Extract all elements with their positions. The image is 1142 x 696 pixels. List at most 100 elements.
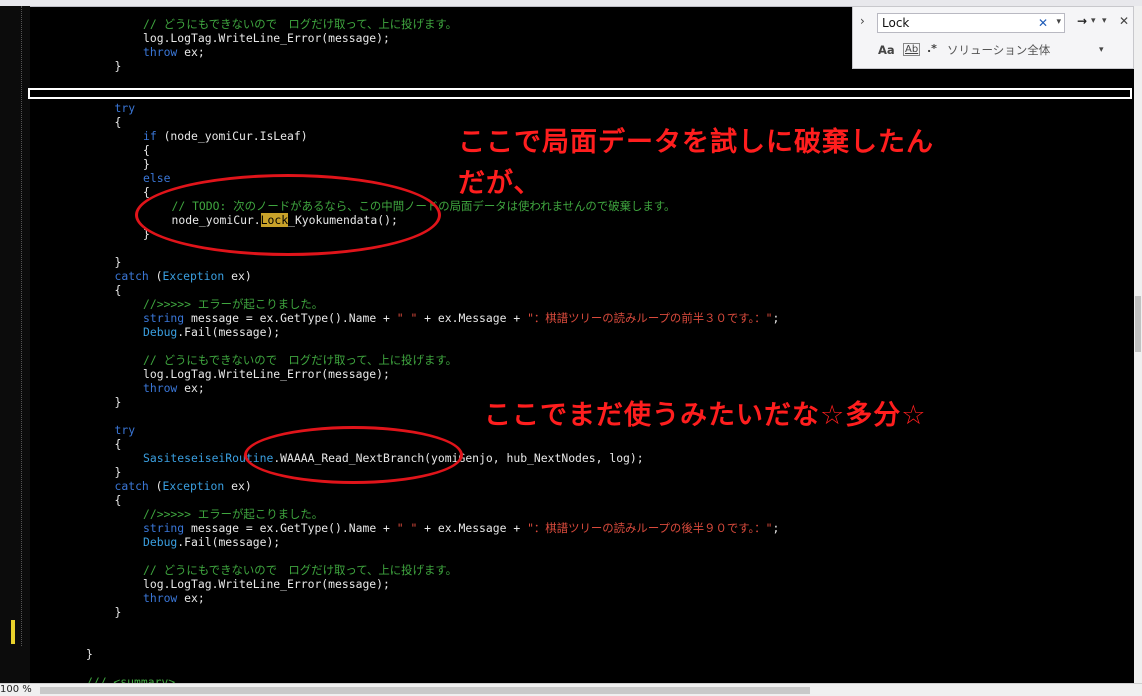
code-line: else [143, 171, 170, 185]
clear-search-icon[interactable]: ✕ [1038, 16, 1048, 30]
find-panel: › Lock ✕ ▾ → ▾ ▾ ✕ Aa Ab .* ソリューション全体 ▾ [852, 6, 1134, 69]
zoom-level[interactable]: 100 % [0, 684, 32, 695]
code-token: Debug [143, 535, 178, 549]
code-token: + ex.Message + [417, 311, 528, 325]
code-token: ( [148, 269, 163, 283]
code-token: ex; [177, 381, 205, 395]
code-line: } [115, 465, 122, 479]
code-token: .Fail(message); [177, 535, 281, 549]
code-token: Exception [162, 479, 225, 493]
code-token: } [114, 395, 122, 409]
code-line: throw ex; [143, 45, 205, 59]
code-token: (node_yomiCur.IsLeaf) [156, 129, 308, 143]
code-token: "：棋譜ツリーの読みループの後半９０です。：" [527, 521, 773, 535]
code-token: } [114, 255, 122, 269]
code-token: //>>>>> エラーが起こりました。 [143, 507, 324, 521]
code-token: { [143, 143, 150, 157]
code-token: } [114, 605, 122, 619]
code-line: { [115, 283, 122, 297]
code-token: message = ex.GetType().Name + [184, 311, 397, 325]
code-token: } [143, 157, 150, 171]
code-token: throw [143, 381, 178, 395]
code-token: try [114, 101, 136, 115]
regex-icon[interactable]: .* [927, 42, 937, 55]
annotation-note1-line1: ここで局面データを試しに破棄したん [458, 127, 934, 158]
code-token: string [143, 521, 185, 535]
annotation-note1-line2: だが、 [458, 168, 542, 199]
match-case-icon[interactable]: Aa [878, 43, 895, 57]
close-find-icon[interactable]: ✕ [1119, 14, 1129, 28]
code-line: catch (Exception ex) [115, 479, 252, 493]
whole-word-icon[interactable]: Ab [903, 43, 921, 56]
code-token: string [143, 311, 185, 325]
editor-margin [0, 6, 30, 683]
code-token: { [114, 283, 122, 297]
code-line: } [115, 255, 122, 269]
code-token: // どうにもできないので ログだけ取って、上に投げます。 [143, 563, 457, 577]
scope-dropdown-icon[interactable]: ▾ [1099, 45, 1104, 55]
code-line: Debug.Fail(message); [143, 535, 280, 549]
code-token: catch [114, 479, 149, 493]
code-line: { [143, 143, 150, 157]
code-token: throw [143, 45, 178, 59]
search-history-dropdown-icon[interactable]: ▾ [1056, 17, 1061, 27]
code-line: catch (Exception ex) [115, 269, 252, 283]
code-token: ex) [224, 479, 252, 493]
vertical-scroll-thumb[interactable] [1135, 296, 1141, 352]
find-options-dropdown-icon[interactable]: ▾ [1102, 16, 1107, 26]
code-line: { [115, 115, 122, 129]
code-token: { [114, 437, 122, 451]
code-token: log.LogTag.WriteLine_Error(message); [143, 367, 390, 381]
code-token: ; [772, 521, 780, 535]
code-token: //>>>>> エラーが起こりました。 [143, 297, 324, 311]
code-line: /// <summary> [86, 675, 175, 683]
vertical-scrollbar[interactable] [1134, 6, 1142, 683]
code-token: } [86, 647, 93, 661]
code-line: // どうにもできないので ログだけ取って、上に投げます。 [143, 563, 457, 577]
code-token: ; [772, 311, 780, 325]
code-line: //>>>>> エラーが起こりました。 [143, 297, 323, 311]
code-line: } [115, 605, 122, 619]
code-line: string message = ex.GetType().Name + " "… [143, 521, 779, 535]
code-token: " " [396, 521, 418, 535]
find-next-dropdown-icon[interactable]: ▾ [1091, 16, 1096, 26]
annotation-circle-nextbranch [244, 426, 463, 484]
code-token: + ex.Message + [417, 521, 528, 535]
code-token: ex; [177, 45, 205, 59]
code-token: try [114, 423, 136, 437]
code-token: Debug [143, 325, 178, 339]
code-token: log.LogTag.WriteLine_Error(message); [143, 31, 390, 45]
code-token: catch [114, 269, 149, 283]
code-token: if [143, 129, 157, 143]
code-token: /// <summary> [86, 675, 176, 683]
code-line: { [115, 437, 122, 451]
horizontal-scroll-thumb[interactable] [40, 687, 810, 694]
search-scope-select[interactable]: ソリューション全体 [947, 42, 1050, 58]
code-token: "：棋譜ツリーの読みループの前半３０です。：" [527, 311, 773, 325]
code-line: } [86, 647, 93, 661]
editor-status-bar: 100 % [0, 683, 1142, 696]
code-line: } [115, 59, 122, 73]
code-line: log.LogTag.WriteLine_Error(message); [143, 367, 390, 381]
code-editor[interactable]: // どうにもできないので ログだけ取って、上に投げます。 log.LogTag.… [30, 6, 1134, 683]
code-line: throw ex; [143, 591, 205, 605]
annotation-note2: ここでまだ使うみたいだな☆多分☆ [484, 400, 927, 431]
code-line: string message = ex.GetType().Name + " "… [143, 311, 779, 325]
code-token: ex; [177, 591, 205, 605]
code-token: // どうにもできないので ログだけ取って、上に投げます。 [143, 353, 457, 367]
find-next-icon[interactable]: → [1077, 14, 1087, 28]
code-line: Debug.Fail(message); [143, 325, 280, 339]
code-line: //>>>>> エラーが起こりました。 [143, 507, 323, 521]
code-token: } [114, 465, 122, 479]
code-token: ( [148, 479, 163, 493]
code-token: ex) [224, 269, 252, 283]
code-line: try [115, 423, 136, 437]
code-token: } [114, 59, 122, 73]
annotation-circle-lock [135, 174, 441, 256]
expand-replace-icon[interactable]: › [860, 14, 865, 28]
code-token: " " [396, 311, 418, 325]
selected-blank-line [28, 88, 1132, 99]
code-line: log.LogTag.WriteLine_Error(message); [143, 31, 390, 45]
search-input[interactable]: Lock ✕ ▾ [877, 13, 1065, 33]
code-token: .Fail(message); [177, 325, 281, 339]
